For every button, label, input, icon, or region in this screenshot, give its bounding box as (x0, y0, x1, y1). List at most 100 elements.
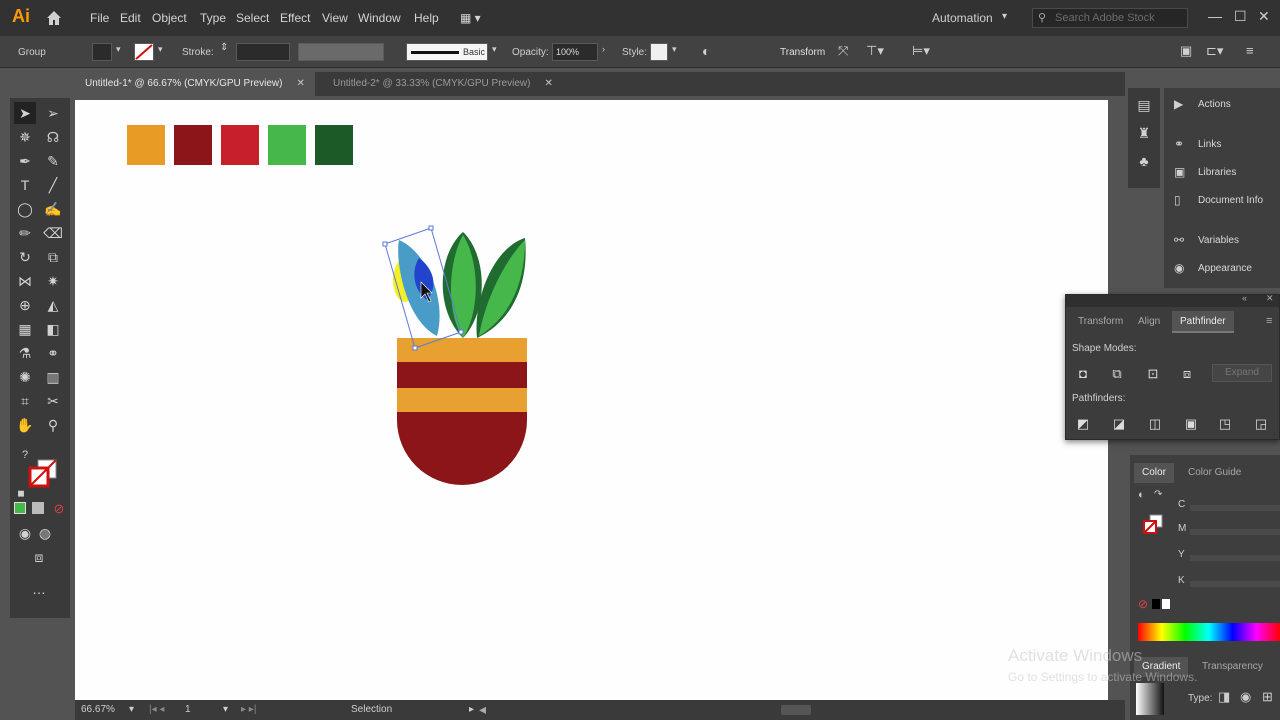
stock-search-input[interactable]: ⚲ Search Adobe Stock (1032, 8, 1188, 28)
symbol-sprayer-icon[interactable]: ✺ (14, 366, 36, 388)
workspace-chevron-icon[interactable]: ▾ (1002, 11, 1007, 22)
minimize-icon[interactable]: — (1208, 8, 1222, 24)
color-swatch-orange[interactable] (127, 125, 165, 165)
gradient-tool-icon[interactable]: ◧ (42, 318, 64, 340)
crop-icon[interactable]: ▣ (1182, 415, 1200, 433)
artboard-canvas[interactable] (75, 100, 1108, 700)
tab-untitled-2[interactable]: Untitled-2* @ 33.33% (CMYK/GPU Preview) ✕ (323, 72, 563, 96)
color-swatch-dark-green[interactable] (315, 125, 353, 165)
symbols-panel-icon[interactable]: ♣ (1133, 150, 1155, 172)
panel-menu-icon[interactable]: ≡ (1266, 315, 1272, 327)
channel-m-slider[interactable] (1190, 529, 1280, 535)
shape-builder-icon[interactable]: ⊕ (14, 294, 36, 316)
pencil-icon[interactable]: ✏ (14, 222, 36, 244)
zoom-chevron-icon[interactable]: ▾ (129, 704, 134, 715)
eraser-icon[interactable]: ⌫ (42, 222, 64, 244)
menu-window[interactable]: Window (358, 11, 401, 25)
tab-transparency[interactable]: Transparency (1194, 657, 1271, 677)
slice-tool-icon[interactable]: ✂ (42, 390, 64, 412)
control-menu-icon[interactable]: ≡ (1246, 43, 1254, 58)
plant-pot-illustration[interactable] (375, 220, 555, 490)
fill-chevron-icon[interactable]: ▾ (116, 44, 121, 55)
pot-stripe-1[interactable] (397, 362, 527, 388)
stroke-chevron-icon[interactable]: ▾ (158, 44, 163, 55)
mesh-tool-icon[interactable]: ▦ (14, 318, 36, 340)
menu-view[interactable]: View (322, 11, 348, 25)
tab-transform[interactable]: Transform (1070, 311, 1131, 333)
first-artboard-icon[interactable]: |◂ ◂ (149, 704, 164, 715)
properties-panel-icon[interactable]: ▤ (1133, 94, 1155, 116)
selection-tool-icon[interactable]: ➤ (14, 102, 36, 124)
maximize-icon[interactable]: ☐ (1234, 8, 1247, 25)
trim-icon[interactable]: ◪ (1110, 415, 1128, 433)
stroke-swatch[interactable] (134, 43, 154, 61)
brushes-panel-icon[interactable]: ♜ (1133, 122, 1155, 144)
color-swatch-red[interactable] (221, 125, 259, 165)
rotate-icon[interactable]: ↻ (14, 246, 36, 268)
linear-gradient-icon[interactable]: ◨ (1218, 689, 1230, 705)
black-swatch[interactable] (1152, 599, 1160, 609)
white-swatch[interactable] (1162, 599, 1170, 609)
minus-back-icon[interactable]: ◲ (1252, 415, 1270, 433)
menu-object[interactable]: Object (152, 11, 187, 25)
panel-libraries[interactable]: ▣ Libraries (1172, 162, 1280, 184)
close-window-icon[interactable]: ✕ (1258, 8, 1270, 25)
exclude-icon[interactable]: ⧈ (1178, 365, 1196, 383)
distribute-options-icon[interactable]: ⊨▾ (912, 43, 930, 59)
none-mode-icon[interactable]: ⊘ (48, 498, 70, 520)
panel-variables[interactable]: ⚯ Variables (1172, 230, 1280, 252)
draw-normal-icon[interactable]: ◉ (14, 522, 36, 544)
close-tab-icon[interactable]: ✕ (296, 78, 304, 89)
outline-icon[interactable]: ◳ (1216, 415, 1234, 433)
artboard-chevron-icon[interactable]: ▾ (223, 704, 228, 715)
intersect-icon[interactable]: ⊡ (1144, 365, 1162, 383)
direct-selection-tool-icon[interactable]: ➢ (42, 102, 64, 124)
variable-width-profile[interactable] (298, 43, 384, 61)
pot-bottom[interactable] (397, 412, 527, 485)
isolate-group-icon[interactable]: ⤧ (838, 43, 848, 59)
fill-stroke-indicator[interactable] (28, 458, 57, 488)
align-options-icon[interactable]: ⊤▾ (866, 43, 884, 59)
zoom-level[interactable]: 66.67% (81, 704, 115, 715)
menu-help[interactable]: Help (414, 11, 439, 25)
collapse-panel-icon[interactable]: « (1242, 293, 1247, 303)
selection-handle[interactable] (412, 345, 418, 351)
radial-gradient-icon[interactable]: ◉ (1240, 689, 1251, 705)
gradient-preview-swatch[interactable] (1136, 683, 1164, 715)
none-color-icon[interactable]: ⊘ (1138, 597, 1148, 611)
brush-definition[interactable]: Basic (406, 43, 488, 61)
panel-appearance[interactable]: ◉ Appearance (1172, 258, 1280, 280)
puppet-warp-icon[interactable]: ✷ (42, 270, 64, 292)
line-segment-icon[interactable]: ╱ (42, 174, 64, 196)
channel-k-slider[interactable] (1190, 581, 1280, 587)
color-swatch-dark-red[interactable] (174, 125, 212, 165)
panel-title-bar[interactable]: « ✕ (1066, 293, 1279, 307)
ellipse-tool-icon[interactable]: ◯ (14, 198, 36, 220)
tab-color[interactable]: Color (1134, 463, 1174, 483)
stroke-weight-field[interactable] (236, 43, 290, 61)
menu-file[interactable]: File (90, 11, 109, 25)
swap-colors-icon[interactable]: ◼ (10, 482, 32, 504)
status-arrow-icon[interactable]: ▸ (469, 704, 474, 715)
arrange-documents-icon[interactable]: ▦ ▾ (460, 11, 481, 25)
freeform-gradient-icon[interactable]: ⊞ (1262, 689, 1273, 705)
channel-c-slider[interactable] (1190, 505, 1280, 511)
arrange-icon[interactable]: ▣ (1180, 43, 1192, 59)
stroke-weight-stepper-icon[interactable]: ⇕ (220, 42, 228, 53)
horizontal-scrollbar-icon[interactable]: ◂ (479, 701, 486, 718)
artboard-number[interactable]: 1 (185, 704, 191, 715)
home-icon[interactable] (44, 8, 64, 28)
hand-tool-icon[interactable]: ✋ (14, 414, 36, 436)
scale-icon[interactable]: ⧉ (42, 246, 64, 268)
divide-icon[interactable]: ◩ (1074, 415, 1092, 433)
more-tools-icon[interactable]: … (28, 578, 50, 600)
type-tool-icon[interactable]: T (14, 174, 36, 196)
fill-swatch[interactable] (92, 43, 112, 61)
expand-button[interactable]: Expand (1212, 364, 1272, 382)
graphic-style-swatch[interactable] (650, 43, 668, 61)
close-tab-icon[interactable]: ✕ (544, 78, 552, 89)
unite-icon[interactable]: ◘ (1074, 365, 1092, 383)
panel-menu-icon[interactable]: ⊏▾ (1206, 43, 1223, 59)
eyedropper-icon[interactable]: ⚗ (14, 342, 36, 364)
menu-select[interactable]: Select (236, 11, 269, 25)
